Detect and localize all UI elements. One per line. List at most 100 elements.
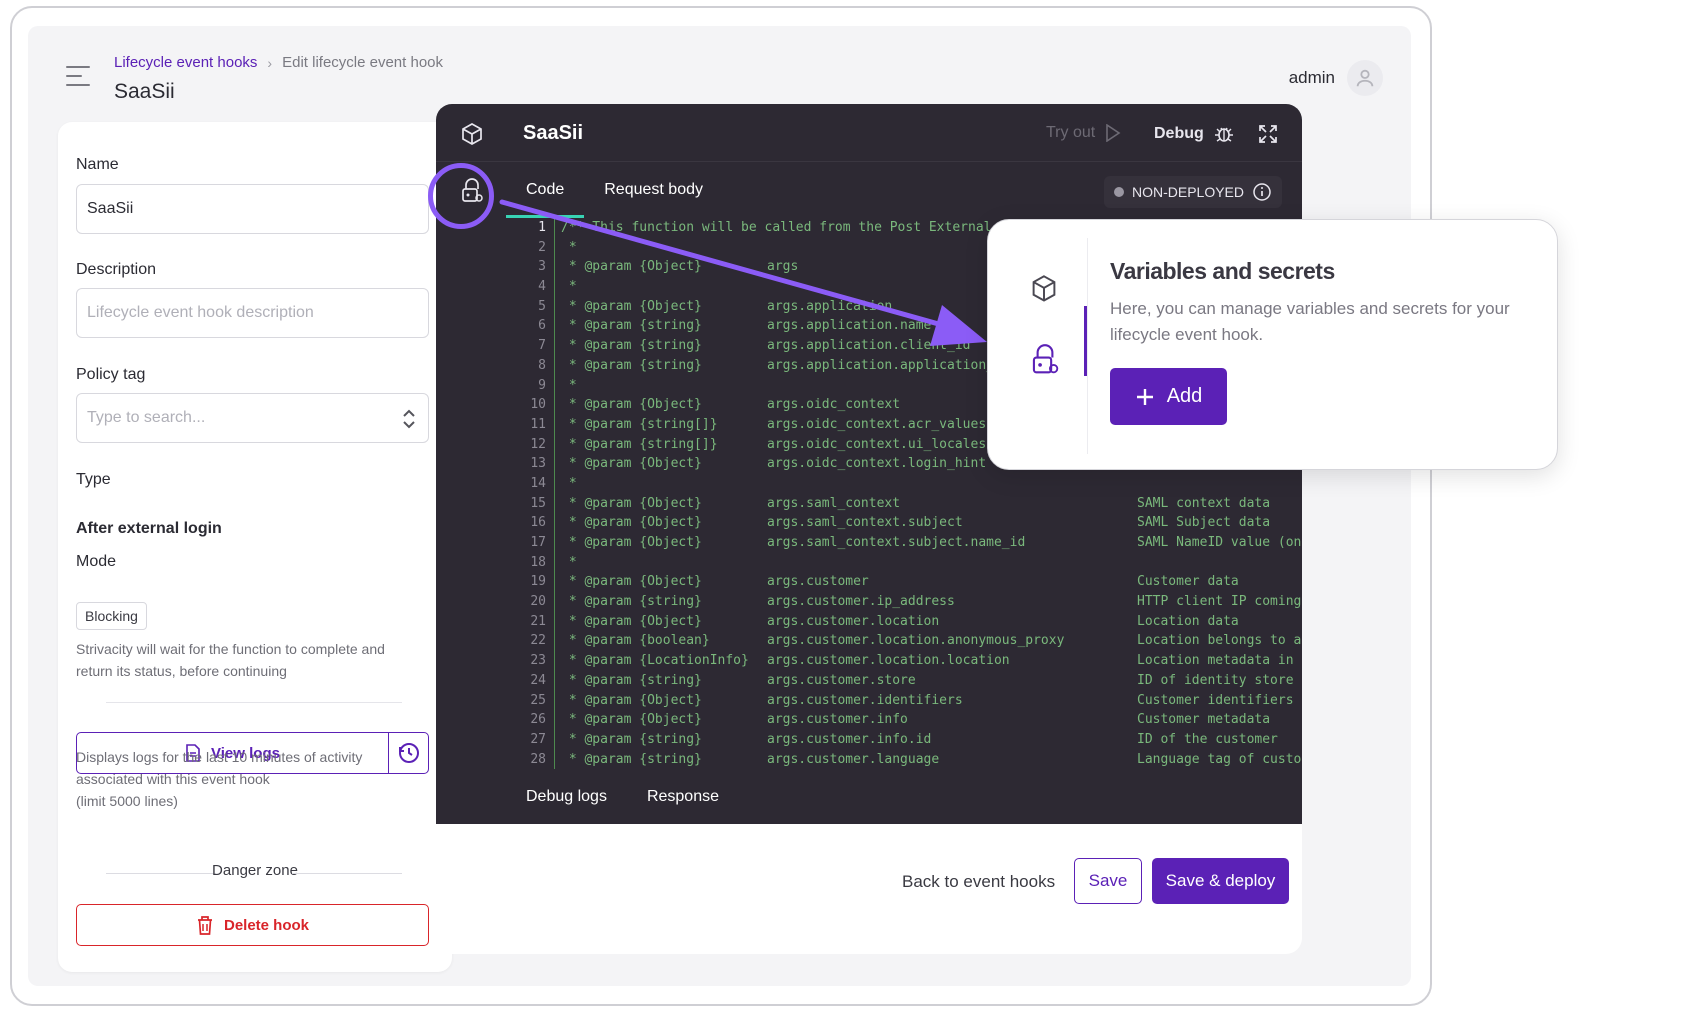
code-param-name: args.customer.info xyxy=(767,712,908,728)
code-param-type: * @param {string} xyxy=(561,672,702,688)
tab-request-body[interactable]: Request body xyxy=(584,162,723,218)
add-variable-button[interactable]: Add xyxy=(1110,368,1227,425)
code-param-name: args.saml_context xyxy=(767,495,901,511)
code-param-name: args.application.client_id xyxy=(767,338,971,354)
code-param-desc: Location metadata in xyxy=(1137,653,1294,669)
code-param-name: args.customer.info.id xyxy=(767,731,932,747)
line-number: 26 xyxy=(530,712,546,728)
chevron-right-icon: › xyxy=(267,54,273,71)
code-param-type: /** This function will be called from th… xyxy=(561,220,1008,235)
user-menu[interactable]: admin xyxy=(1289,60,1383,96)
line-number: 9 xyxy=(538,377,546,393)
editor-title: SaaSii xyxy=(523,122,584,144)
code-param-type: * xyxy=(561,554,577,570)
code-line: * @param {string} args.customer.language L… xyxy=(555,750,1302,770)
line-number: 2 xyxy=(538,239,546,255)
line-number: 3 xyxy=(538,259,546,275)
code-param-name: args.customer.ip_address xyxy=(767,594,955,610)
code-param-type: * @param {Object} xyxy=(561,298,702,314)
deployment-status-badge: NON-DEPLOYED xyxy=(1103,176,1282,208)
description-input[interactable]: Lifecycle event hook description xyxy=(76,288,429,338)
code-param-name: args.saml_context.subject xyxy=(767,515,963,531)
code-param-name: args.customer.location.anonymous_proxy xyxy=(767,633,1065,649)
add-label: Add xyxy=(1166,385,1203,407)
code-param-name: args.customer.location xyxy=(767,613,940,629)
code-param-desc: Language tag of custo xyxy=(1137,751,1302,767)
try-out-button[interactable]: Try out xyxy=(1046,124,1121,142)
line-number: 13 xyxy=(530,456,546,472)
tab-response[interactable]: Response xyxy=(627,788,739,806)
popover-description: Here, you can manage variables and secre… xyxy=(1110,299,1510,344)
output-tabs: Debug logs Response xyxy=(506,770,739,824)
code-line: * @param {Object} args.customer.info Custo… xyxy=(555,710,1302,730)
code-param-name: args.oidc_context.ui_locales xyxy=(767,436,987,452)
code-param-type: * @param {string} xyxy=(561,594,702,610)
policy-tag-placeholder: Type to search... xyxy=(87,409,206,426)
breadcrumb-link-event-hooks[interactable]: Lifecycle event hooks xyxy=(114,54,257,71)
highlight-circle xyxy=(428,163,494,229)
delete-hook-button[interactable]: Delete hook xyxy=(76,904,429,946)
line-number: 20 xyxy=(530,594,546,610)
code-line: * @param {Object} args.saml_context SAML c… xyxy=(555,494,1302,514)
policy-tag-select[interactable]: Type to search... xyxy=(76,393,429,443)
code-line: * @param {Object} args.saml_context.subje… xyxy=(555,513,1302,533)
hamburger-menu-icon[interactable] xyxy=(66,66,90,86)
debug-button[interactable]: Debug xyxy=(1154,124,1234,144)
logs-help-line: Displays logs for the last 10 minutes of… xyxy=(76,749,363,765)
line-number: 28 xyxy=(530,751,546,767)
code-param-name: args.customer.language xyxy=(767,751,940,767)
line-number: 14 xyxy=(530,475,546,491)
line-number: 19 xyxy=(530,574,546,590)
breadcrumb-current: Edit lifecycle event hook xyxy=(282,54,444,71)
code-param-type: * @param {Object} xyxy=(561,515,702,531)
expand-icon[interactable] xyxy=(1258,124,1278,144)
avatar[interactable] xyxy=(1347,60,1383,96)
code-param-type: * @param {string} xyxy=(561,318,702,334)
code-line: * @param {Object} args.customer.identifie… xyxy=(555,691,1302,711)
popover-sidebar xyxy=(988,238,1088,454)
type-label: Type xyxy=(76,471,111,488)
code-param-desc: Location belongs to a xyxy=(1137,633,1302,649)
user-icon xyxy=(1356,69,1374,87)
line-number: 12 xyxy=(530,436,546,452)
save-button[interactable]: Save xyxy=(1074,858,1142,904)
line-number: 7 xyxy=(538,338,546,354)
save-and-deploy-button[interactable]: Save & deploy xyxy=(1152,858,1289,904)
mode-badge: Blocking xyxy=(76,602,147,630)
line-number: 6 xyxy=(538,318,546,334)
code-line: * @param {LocationInfo} args.customer.loc… xyxy=(555,651,1302,671)
mode-help-text: Strivacity will wait for the function to… xyxy=(76,638,436,682)
active-indicator xyxy=(1084,306,1087,376)
name-label: Name xyxy=(76,156,119,173)
info-icon[interactable] xyxy=(1252,182,1272,202)
code-param-type: * xyxy=(561,377,577,393)
line-number-gutter: 1 2 3 4 5 6 7 8 9 10 11 12 13 14 15 16 17 18 19 20 21 22 23 24 2… xyxy=(506,218,556,769)
divider xyxy=(106,702,402,703)
name-input[interactable]: SaaSii xyxy=(76,184,429,234)
code-param-type: * @param {Object} xyxy=(561,574,702,590)
code-param-name: args.application.name xyxy=(767,318,932,334)
tab-debug-logs[interactable]: Debug logs xyxy=(506,788,627,806)
code-param-name: args.customer.store xyxy=(767,672,916,688)
code-param-desc: ID of the customer xyxy=(1137,731,1278,747)
divider xyxy=(292,873,402,874)
code-param-type: * @param {Object} xyxy=(561,495,702,511)
breadcrumb: Lifecycle event hooks › Edit lifecycle e… xyxy=(114,54,443,71)
line-number: 27 xyxy=(530,731,546,747)
lock-settings-icon[interactable] xyxy=(1030,344,1060,376)
code-param-type: * @param {Object} xyxy=(561,456,702,472)
tab-code[interactable]: Code xyxy=(506,162,585,218)
code-param-type: * @param {string} xyxy=(561,731,702,747)
line-number: 1 xyxy=(538,220,546,235)
try-out-label: Try out xyxy=(1046,124,1096,141)
line-number: 18 xyxy=(530,554,546,570)
mode-label: Mode xyxy=(76,553,117,570)
code-param-name: args.oidc_context xyxy=(767,397,901,413)
description-label: Description xyxy=(76,261,157,278)
cube-icon[interactable] xyxy=(1030,274,1058,304)
code-param-type: * xyxy=(561,279,577,295)
editor-tabs: Code Request body xyxy=(506,162,723,218)
back-to-event-hooks-link[interactable]: Back to event hooks xyxy=(902,872,1055,892)
code-param-type: * @param {Object} xyxy=(561,535,702,550)
code-line: * @param {boolean} args.customer.location… xyxy=(555,631,1302,651)
